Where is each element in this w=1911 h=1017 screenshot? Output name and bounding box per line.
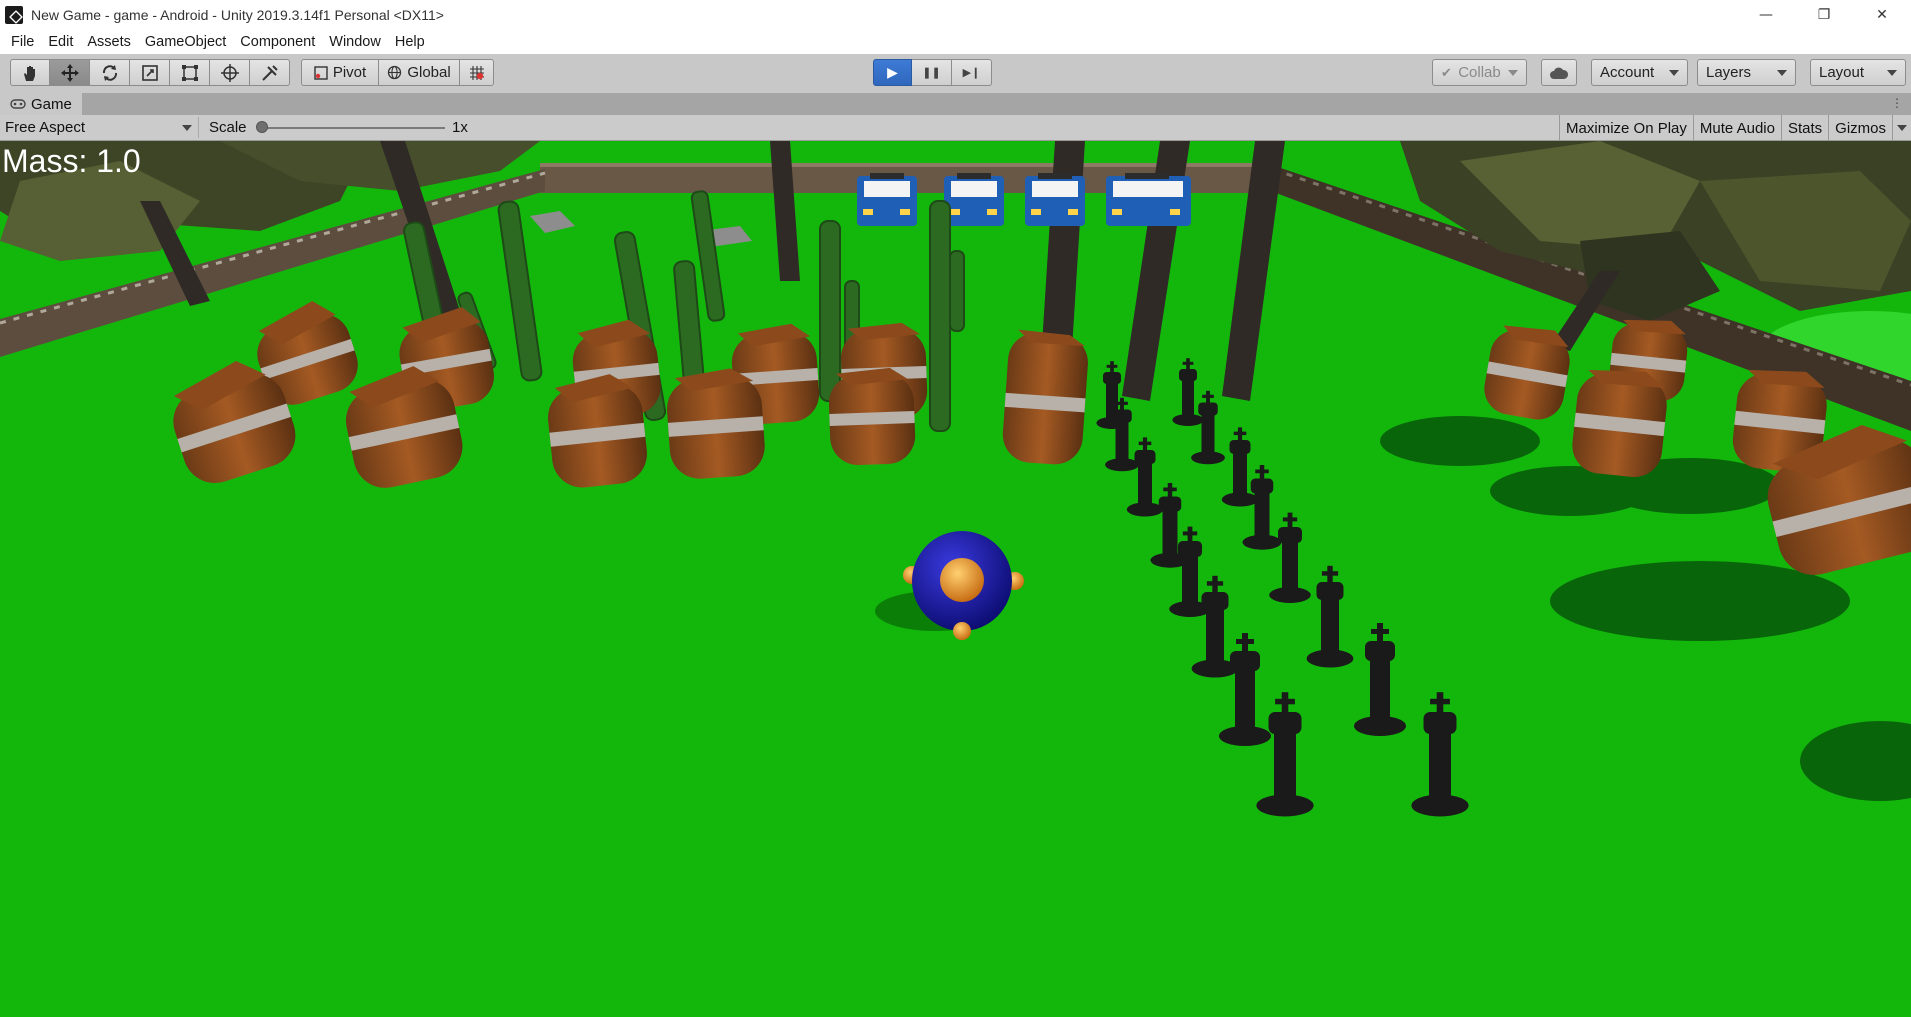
- globe-icon: [388, 65, 402, 80]
- pause-button[interactable]: ❚❚: [912, 59, 952, 86]
- rotate-icon: [102, 64, 117, 81]
- unity-logo-icon: [5, 5, 23, 24]
- rect-tool-button[interactable]: [170, 59, 210, 86]
- layers-group: Layers: [1697, 59, 1796, 86]
- tab-strip: Game ⋮: [0, 93, 1911, 115]
- stats-toggle[interactable]: Stats: [1780, 115, 1828, 141]
- move-tool-button[interactable]: [50, 59, 90, 86]
- maximize-on-play-toggle[interactable]: Maximize On Play: [1559, 115, 1693, 141]
- mass-readout: Mass: 1.0: [2, 143, 141, 179]
- menu-assets[interactable]: Assets: [80, 34, 138, 50]
- cloud-button[interactable]: [1541, 59, 1577, 86]
- playback-controls: ▶ ❚❚ ▶❙: [873, 59, 992, 86]
- transform-icon: [220, 63, 239, 82]
- chevron-down-icon: [1897, 125, 1907, 131]
- close-button[interactable]: ✕: [1853, 0, 1911, 29]
- gamepad-icon: [10, 99, 26, 109]
- transform-tools: [10, 59, 290, 86]
- chevron-down-icon: [1669, 69, 1679, 76]
- cloud-icon: [1550, 67, 1569, 79]
- step-button[interactable]: ▶❙: [952, 59, 992, 86]
- global-label: Global: [407, 64, 451, 81]
- game-view-toggles: Maximize On Play Mute Audio Stats Gizmos: [1559, 115, 1911, 141]
- main-toolbar: Pivot Global ▶ ❚❚ ▶❙ ✔ Collab Account La…: [0, 54, 1911, 93]
- layers-dropdown[interactable]: Layers: [1697, 59, 1796, 86]
- menu-window[interactable]: Window: [322, 34, 388, 50]
- menu-component[interactable]: Component: [233, 34, 322, 50]
- chevron-down-icon: [1508, 69, 1518, 76]
- title-bar: New Game - game - Android - Unity 2019.3…: [0, 0, 1911, 29]
- grid-snap-icon: [469, 65, 484, 80]
- hand-tool-button[interactable]: [10, 59, 50, 86]
- menu-edit[interactable]: Edit: [41, 34, 80, 50]
- game-scene: [0, 141, 1911, 1017]
- scale-value: 1x: [452, 119, 468, 136]
- tab-options-icon[interactable]: ⋮: [1891, 96, 1903, 110]
- handle-toggles: Pivot Global: [301, 59, 494, 86]
- layout-dropdown[interactable]: Layout: [1810, 59, 1906, 86]
- account-label: Account: [1600, 64, 1655, 81]
- collab-group: ✔ Collab: [1432, 59, 1527, 86]
- transform-tool-button[interactable]: [210, 59, 250, 86]
- scale-slider-track[interactable]: [262, 127, 445, 129]
- play-button[interactable]: ▶: [873, 59, 912, 86]
- gizmos-toggle[interactable]: Gizmos: [1828, 115, 1892, 141]
- aspect-label: Free Aspect: [5, 119, 86, 136]
- game-view-bar: Free Aspect Scale 1x Maximize On Play Mu…: [0, 115, 1911, 141]
- collab-button[interactable]: ✔ Collab: [1432, 59, 1527, 86]
- pivot-icon: [314, 65, 328, 80]
- scale-slider-thumb[interactable]: [256, 121, 268, 133]
- custom-tool-icon: [261, 64, 278, 81]
- menu-gameobject[interactable]: GameObject: [138, 34, 233, 50]
- scale-label: Scale: [209, 119, 247, 136]
- menu-file[interactable]: File: [4, 34, 41, 50]
- menu-help[interactable]: Help: [388, 34, 432, 50]
- scale-tool-button[interactable]: [130, 59, 170, 86]
- tab-game-label: Game: [31, 95, 72, 113]
- tab-game[interactable]: Game: [0, 93, 82, 115]
- chevron-down-icon: [182, 125, 192, 131]
- layers-label: Layers: [1706, 64, 1752, 81]
- chevron-down-icon: [1887, 69, 1897, 76]
- collab-label: Collab: [1458, 64, 1501, 81]
- aspect-dropdown[interactable]: Free Aspect: [0, 117, 199, 138]
- restore-button[interactable]: ❐: [1795, 0, 1853, 29]
- game-viewport[interactable]: Mass: 1.0: [0, 141, 1911, 1017]
- custom-tool-button[interactable]: [250, 59, 290, 86]
- rect-transform-icon: [181, 64, 198, 81]
- check-icon: ✔: [1441, 64, 1452, 80]
- mute-audio-toggle[interactable]: Mute Audio: [1692, 115, 1781, 141]
- layout-label: Layout: [1819, 64, 1865, 81]
- window-controls: — ❐ ✕: [1737, 0, 1911, 29]
- pivot-label: Pivot: [332, 64, 367, 81]
- cloud-group: [1541, 59, 1577, 86]
- pivot-toggle[interactable]: Pivot: [301, 59, 379, 86]
- move-icon: [60, 63, 79, 82]
- menu-bar: File Edit Assets GameObject Component Wi…: [0, 29, 1911, 54]
- gizmos-dropdown[interactable]: [1892, 115, 1911, 141]
- scale-icon: [141, 64, 158, 81]
- chevron-down-icon: [1777, 69, 1787, 76]
- window-title: New Game - game - Android - Unity 2019.3…: [31, 6, 444, 23]
- hand-icon: [24, 65, 35, 81]
- account-dropdown[interactable]: Account: [1591, 59, 1688, 86]
- account-group: Account: [1591, 59, 1688, 86]
- rotate-tool-button[interactable]: [90, 59, 130, 86]
- layout-group: Layout: [1810, 59, 1906, 86]
- global-toggle[interactable]: Global: [379, 59, 460, 86]
- minimize-button[interactable]: —: [1737, 0, 1795, 29]
- snap-grid-button[interactable]: [460, 59, 494, 86]
